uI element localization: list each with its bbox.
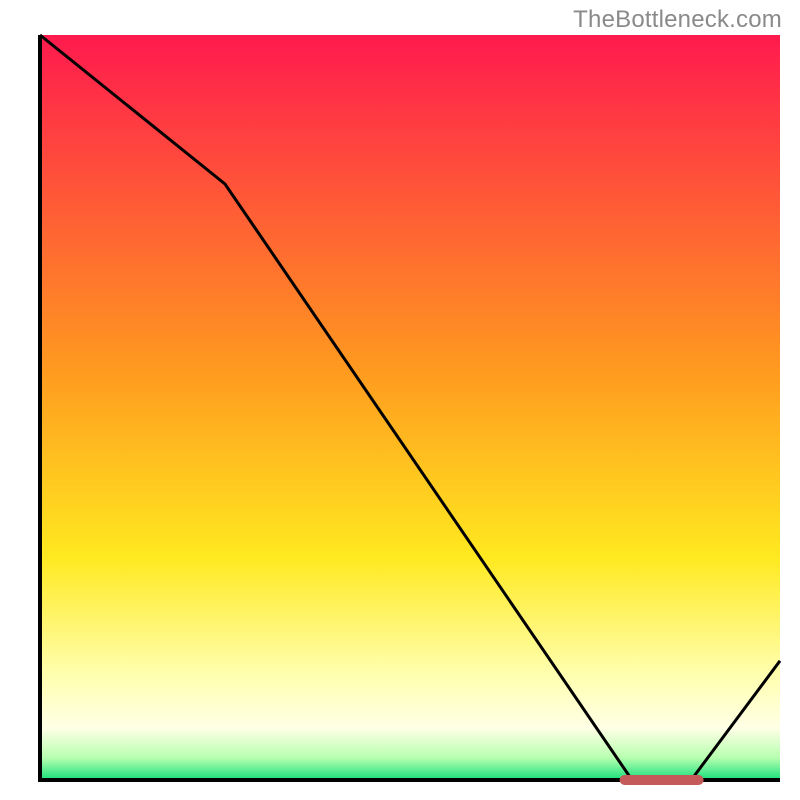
watermark-text: TheBottleneck.com [573,6,782,34]
chart-svg [0,0,800,800]
chart-container: TheBottleneck.com [0,0,800,800]
plot-background [40,35,780,780]
